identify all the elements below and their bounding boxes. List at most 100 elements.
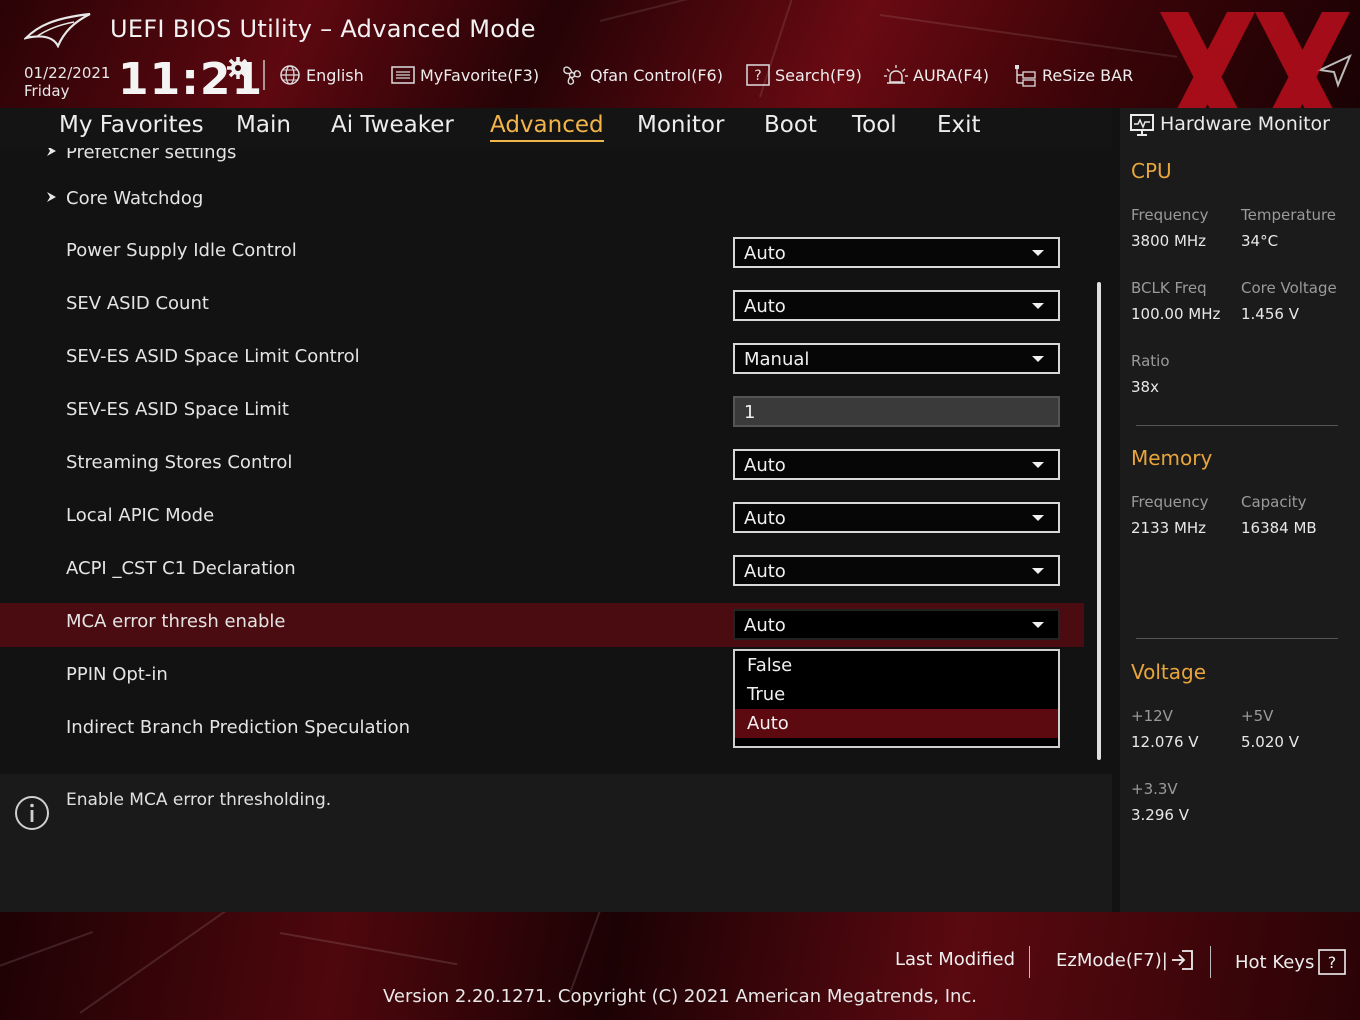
favorite-list-icon (391, 66, 415, 84)
fan-icon (563, 66, 582, 85)
myfavorite-label: MyFavorite(F3) (420, 65, 540, 85)
cpu-temperature-value: 34°C (1241, 232, 1279, 250)
dropdown-option-true[interactable]: True (735, 680, 1058, 709)
mca-error-thresh-select[interactable]: Auto (733, 609, 1060, 640)
row-label: Core Watchdog (66, 188, 204, 209)
cpu-frequency-value: 3800 MHz (1131, 232, 1207, 250)
row-label: Power Supply Idle Control (66, 240, 297, 261)
decorative-streak (569, 912, 612, 994)
memory-frequency-label: Frequency (1131, 493, 1209, 511)
tab-advanced[interactable]: Advanced (490, 112, 604, 142)
row-label: PPIN Opt-in (66, 664, 168, 685)
decorative-streak (0, 931, 94, 974)
tab-boot[interactable]: Boot (764, 112, 817, 138)
hot-keys-button[interactable]: Hot Keys ? (1235, 949, 1347, 975)
decorative-streak (879, 14, 1178, 58)
footer-divider (1210, 946, 1211, 978)
help-question-icon: ? (1318, 949, 1347, 975)
memory-frequency-value: 2133 MHz (1131, 519, 1207, 537)
setting-row: ACPI _CST C1 Declaration Auto (0, 548, 1084, 592)
row-label: SEV-ES ASID Space Limit (66, 399, 289, 420)
hardware-monitor-title: Hardware Monitor (1160, 113, 1330, 135)
memory-heading: Memory (1131, 446, 1213, 470)
setting-row: Streaming Stores Control Auto (0, 442, 1084, 486)
input-value: 1 (744, 402, 756, 423)
sev-es-asid-limit-control-select[interactable]: Manual (733, 343, 1060, 374)
local-apic-mode-select[interactable]: Auto (733, 502, 1060, 533)
row-label: MCA error thresh enable (66, 611, 286, 632)
section-divider (1136, 638, 1338, 639)
chevron-down-icon (1032, 622, 1044, 628)
day-text: Friday (24, 82, 70, 100)
header-divider (263, 60, 265, 90)
settings-panel: Prefetcher settings Core Watchdog Power … (0, 148, 1112, 766)
help-search-icon: ? (746, 64, 770, 86)
tab-my-favorites[interactable]: My Favorites (59, 112, 204, 138)
last-modified-button[interactable]: Last Modified (895, 949, 1015, 970)
row-label: SEV ASID Count (66, 293, 209, 314)
myfavorite-button[interactable]: MyFavorite(F3) (391, 62, 539, 88)
aura-label: AURA(F4) (913, 65, 989, 85)
settings-scrollbar[interactable] (1097, 282, 1101, 760)
streaming-stores-select[interactable]: Auto (733, 449, 1060, 480)
gear-icon[interactable] (226, 56, 250, 80)
hardware-monitor-panel: Hardware Monitor CPU Frequency 3800 MHz … (1120, 108, 1360, 912)
chevron-down-icon (1032, 303, 1044, 309)
row-label: ACPI _CST C1 Declaration (66, 558, 296, 579)
select-value: Auto (744, 508, 786, 529)
dropdown-list: False True Auto (733, 649, 1060, 748)
row-label: SEV-ES ASID Space Limit Control (66, 346, 360, 367)
decorative-streak (279, 932, 458, 966)
select-value: Auto (744, 615, 786, 636)
top-header: UEFI BIOS Utility – Advanced Mode 01/22/… (0, 0, 1360, 108)
cpu-frequency-label: Frequency (1131, 206, 1209, 224)
sev-asid-count-select[interactable]: Auto (733, 290, 1060, 321)
row-label: Indirect Branch Prediction Speculation (66, 717, 410, 738)
acpi-cst-c1-select[interactable]: Auto (733, 555, 1060, 586)
tab-monitor[interactable]: Monitor (637, 112, 724, 138)
language-button[interactable]: English (279, 62, 364, 88)
ezmode-button[interactable]: EzMode(F7)| (1056, 949, 1194, 971)
dropdown-option-auto[interactable]: Auto (735, 709, 1058, 738)
version-text: Version 2.20.1271. Copyright (C) 2021 Am… (382, 986, 978, 1007)
main-nav: My Favorites Main Ai Tweaker Advanced Mo… (0, 108, 1112, 148)
aura-button[interactable]: AURA(F4) (884, 62, 989, 88)
cpu-heading: CPU (1131, 159, 1172, 183)
v12-value: 12.076 V (1131, 733, 1199, 751)
resize-bar-button[interactable]: ReSize BAR (1013, 62, 1133, 88)
hot-keys-label: Hot Keys (1235, 951, 1315, 973)
tab-ai-tweaker[interactable]: Ai Tweaker (331, 112, 454, 138)
core-voltage-value: 1.456 V (1241, 305, 1299, 323)
submenu-prefetcher-settings[interactable]: Prefetcher settings (0, 148, 1084, 176)
ratio-label: Ratio (1131, 352, 1170, 370)
setting-row: Local APIC Mode Auto (0, 495, 1084, 539)
sev-es-asid-limit-input[interactable]: 1 (733, 396, 1060, 427)
chevron-down-icon (1032, 462, 1044, 468)
setting-row: SEV-ES ASID Space Limit 1 (0, 389, 1084, 433)
aura-light-icon (884, 65, 908, 84)
monitor-icon (1130, 114, 1154, 136)
tab-main[interactable]: Main (236, 112, 291, 138)
cpu-temperature-label: Temperature (1241, 206, 1337, 224)
tab-tool[interactable]: Tool (852, 112, 897, 138)
qfan-button[interactable]: Qfan Control(F6) (559, 62, 723, 88)
setting-row: SEV-ES ASID Space Limit Control Manual (0, 336, 1084, 380)
ratio-value: 38x (1131, 378, 1159, 396)
core-voltage-label: Core Voltage (1241, 279, 1337, 297)
app-title: UEFI BIOS Utility – Advanced Mode (110, 15, 536, 43)
power-supply-idle-select[interactable]: Auto (733, 237, 1060, 268)
decorative-streak (599, 0, 1008, 22)
search-button[interactable]: ? Search(F9) (746, 62, 862, 88)
resize-bar-icon (1015, 65, 1036, 87)
submenu-core-watchdog[interactable]: Core Watchdog (0, 178, 1084, 222)
row-label: Local APIC Mode (66, 505, 215, 526)
footer-bar: Last Modified EzMode(F7)| Hot Keys ? Ver… (0, 912, 1360, 1020)
bclk-value: 100.00 MHz (1131, 305, 1221, 323)
setting-row: Power Supply Idle Control Auto (0, 230, 1084, 274)
tab-exit[interactable]: Exit (937, 112, 981, 138)
footer-divider (1029, 946, 1030, 978)
select-value: Auto (744, 243, 786, 264)
dropdown-option-false[interactable]: False (735, 651, 1058, 680)
ezmode-label: EzMode(F7)| (1056, 949, 1168, 971)
v5-label: +5V (1241, 707, 1274, 725)
